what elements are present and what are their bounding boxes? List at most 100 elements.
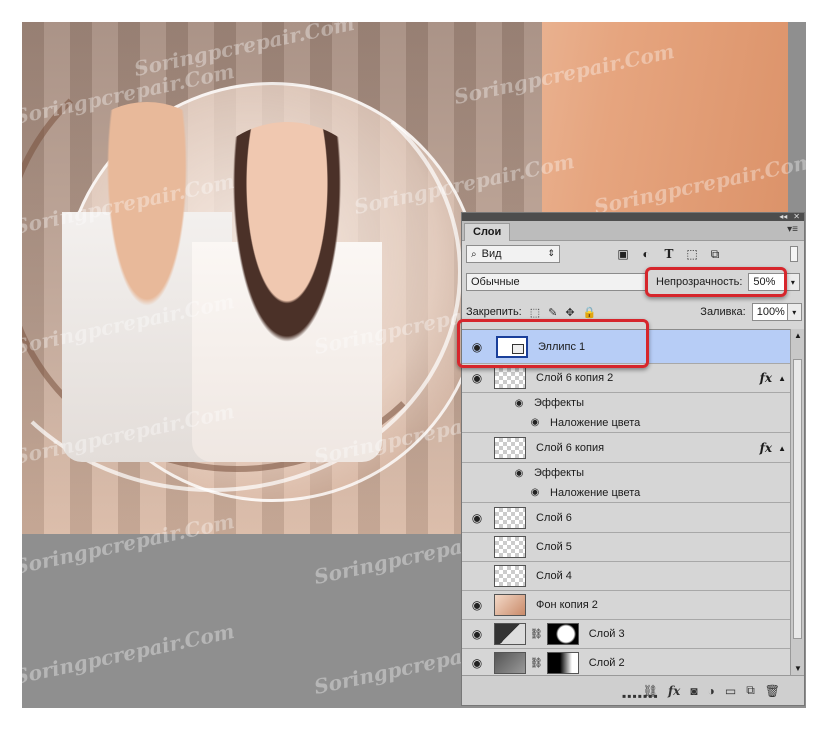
select-arrows-icon: ⇕ bbox=[547, 248, 555, 258]
eye-icon[interactable]: ◉ bbox=[468, 511, 486, 525]
lock-transparent-icon[interactable]: ⬚ bbox=[530, 306, 540, 319]
expand-effects-icon[interactable]: ▲ bbox=[778, 444, 786, 453]
layers-list: ◉ Эллипс 1 ◉ Слой 6 копия 2 fx ▲ ◉ Эффек… bbox=[462, 329, 790, 675]
layers-scrollbar[interactable]: ▲ ▼ bbox=[790, 329, 804, 675]
scrollbar-thumb[interactable] bbox=[793, 359, 802, 639]
panel-tab-row: Слои ▾≡ bbox=[462, 221, 804, 241]
eye-icon[interactable]: ◉ bbox=[468, 627, 486, 641]
chain-link-icon[interactable]: ⛓ bbox=[530, 658, 543, 669]
layer-name: Фон копия 2 bbox=[536, 599, 598, 611]
layer-name: Слой 6 копия bbox=[536, 442, 605, 454]
layer-thumbnail bbox=[494, 536, 526, 558]
fx-icon[interactable]: fx bbox=[760, 371, 772, 385]
layer-row-sloy-4[interactable]: ◉ Слой 4 bbox=[462, 562, 790, 591]
layer-thumbnail bbox=[494, 367, 526, 389]
layer-name: Слой 2 bbox=[588, 657, 625, 669]
layer-row-fon-kopiya-2[interactable]: ◉ Фон копия 2 bbox=[462, 591, 790, 620]
fx-icon[interactable]: fx bbox=[760, 441, 772, 455]
photo-layer-thumbnail bbox=[494, 594, 526, 616]
layer-thumbnail bbox=[494, 565, 526, 587]
filter-kind-value: Вид bbox=[481, 248, 502, 260]
shape-layer-thumbnail bbox=[496, 335, 528, 358]
effects-row[interactable]: ◉ Эффекты bbox=[462, 393, 790, 413]
eye-icon[interactable]: ◉ bbox=[468, 656, 486, 670]
lock-position-icon[interactable]: ✥ bbox=[565, 306, 574, 319]
layer-thumbnail bbox=[494, 437, 526, 459]
layer-row-sloy-5[interactable]: ◉ Слой 5 bbox=[462, 533, 790, 562]
effect-row-color-overlay[interactable]: ◉ Наложение цвета bbox=[462, 413, 790, 433]
eye-icon[interactable]: ◉ bbox=[526, 416, 544, 430]
panel-menu-icon[interactable]: ▾≡ bbox=[787, 224, 798, 235]
expand-effects-icon[interactable]: ▲ bbox=[778, 374, 786, 383]
watermark-text: Soringpcrepair.Com bbox=[22, 618, 237, 690]
new-group-icon[interactable]: ▭ bbox=[725, 684, 736, 698]
layer-row-sloy-6[interactable]: ◉ Слой 6 bbox=[462, 504, 790, 533]
shape-filter-icon[interactable]: ⬚ bbox=[685, 247, 699, 261]
layer-thumbnail bbox=[494, 507, 526, 529]
filter-kind-select[interactable]: ⌕ Вид ⇕ bbox=[466, 245, 560, 263]
opacity-input[interactable]: 50% bbox=[748, 273, 787, 291]
fill-dropdown-button[interactable]: ▾ bbox=[787, 303, 802, 321]
panel-bottom-toolbar: ⛓ fx ◙ ◑ ▭ ⧉ 🗑 ▪▪▪▪▪▪▪ bbox=[462, 675, 804, 705]
blend-row: Обычные Непрозрачность: 50% ▾ bbox=[466, 273, 804, 291]
adjustment-filter-icon[interactable]: ◐ bbox=[639, 247, 653, 261]
eye-icon[interactable]: ◉ bbox=[468, 340, 486, 354]
close-icon[interactable]: ✕ bbox=[793, 213, 800, 221]
effects-label: Эффекты bbox=[534, 467, 585, 479]
fill-input[interactable]: 100% bbox=[751, 303, 788, 321]
layers-panel: ◂◂ ✕ Слои ▾≡ ⌕ Вид ⇕ ▣ ◐ T ⬚ ⧉ Обычные Н… bbox=[461, 212, 805, 706]
panel-title-bar[interactable]: ◂◂ ✕ bbox=[462, 213, 804, 221]
eye-icon[interactable]: ◉ bbox=[510, 396, 528, 410]
filter-row: ⌕ Вид ⇕ ▣ ◐ T ⬚ ⧉ bbox=[466, 245, 804, 263]
layer-mask-thumbnail[interactable] bbox=[546, 623, 579, 645]
lock-all-icon[interactable]: 🔒 bbox=[583, 306, 597, 319]
eye-icon[interactable]: ◉ bbox=[468, 371, 486, 385]
scroll-up-icon[interactable]: ▲ bbox=[794, 331, 802, 340]
lock-row: Закрепить: ⬚ ✎ ✥ 🔒 Заливка: 100% ▾ bbox=[466, 303, 804, 321]
layer-name: Слой 6 bbox=[536, 512, 572, 524]
layer-row-sloy-6-kopiya-2[interactable]: ◉ Слой 6 копия 2 fx ▲ bbox=[462, 364, 790, 393]
new-adjustment-icon[interactable]: ◑ bbox=[708, 684, 715, 698]
layer-row-sloy-2[interactable]: ◉ ⛓ Слой 2 bbox=[462, 649, 790, 675]
resize-grip-icon[interactable]: ▪▪▪▪▪▪▪ bbox=[622, 689, 659, 703]
eye-icon[interactable]: ◉ bbox=[510, 466, 528, 480]
chain-link-icon[interactable]: ⛓ bbox=[530, 629, 543, 640]
blend-mode-select[interactable]: Обычные bbox=[466, 273, 646, 291]
layer-mask-thumbnail[interactable] bbox=[546, 652, 579, 674]
layer-name: Эллипс 1 bbox=[538, 340, 586, 353]
eye-icon[interactable]: ◉ bbox=[468, 598, 486, 612]
layer-name: Слой 6 копия 2 bbox=[536, 372, 614, 384]
effects-row[interactable]: ◉ Эффекты bbox=[462, 463, 790, 483]
add-style-icon[interactable]: fx bbox=[668, 684, 680, 698]
tab-layers[interactable]: Слои bbox=[464, 223, 511, 241]
opacity-dropdown-button[interactable]: ▾ bbox=[786, 273, 801, 291]
lock-label: Закрепить: bbox=[466, 306, 522, 318]
layer-name: Слой 4 bbox=[536, 570, 572, 582]
layer-name: Слой 5 bbox=[536, 541, 572, 553]
collapse-icon[interactable]: ◂◂ bbox=[779, 213, 787, 221]
lock-image-icon[interactable]: ✎ bbox=[548, 306, 557, 319]
scroll-down-icon[interactable]: ▼ bbox=[794, 664, 802, 673]
eye-icon[interactable]: ◉ bbox=[526, 486, 544, 500]
smart-object-filter-icon[interactable]: ⧉ bbox=[708, 247, 722, 261]
fill-label: Заливка: bbox=[700, 306, 746, 318]
effect-name: Наложение цвета bbox=[550, 416, 641, 429]
search-icon: ⌕ bbox=[471, 248, 477, 260]
new-layer-icon[interactable]: ⧉ bbox=[746, 683, 755, 698]
layer-row-sloy-6-kopiya[interactable]: ◉ Слой 6 копия fx ▲ bbox=[462, 434, 790, 463]
filter-toggle[interactable] bbox=[790, 246, 798, 262]
bride-photo bbox=[192, 122, 382, 462]
type-filter-icon[interactable]: T bbox=[662, 247, 676, 261]
effect-row-color-overlay[interactable]: ◉ Наложение цвета bbox=[462, 483, 790, 503]
pixel-filter-icon[interactable]: ▣ bbox=[616, 247, 630, 261]
layer-thumbnail bbox=[494, 623, 526, 645]
delete-layer-icon[interactable]: 🗑 bbox=[765, 684, 780, 698]
layer-row-sloy-3[interactable]: ◉ ⛓ Слой 3 bbox=[462, 620, 790, 649]
layer-thumbnail bbox=[494, 652, 526, 674]
layer-row-ellipse-1[interactable]: ◉ Эллипс 1 bbox=[462, 330, 790, 364]
effects-label: Эффекты bbox=[534, 397, 585, 409]
add-mask-icon[interactable]: ◙ bbox=[690, 684, 697, 698]
opacity-label: Непрозрачность: bbox=[656, 276, 743, 288]
effect-name: Наложение цвета bbox=[550, 486, 641, 499]
layer-name: Слой 3 bbox=[588, 628, 625, 640]
